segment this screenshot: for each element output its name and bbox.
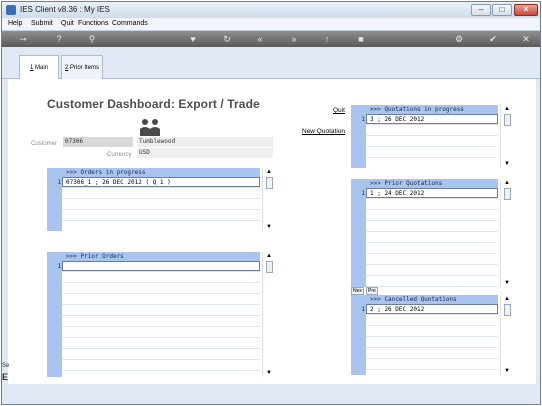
main-panel: Customer Dashboard: Export / Trade Custo… — [8, 79, 536, 384]
row-number: 1 — [57, 179, 61, 186]
window-title: IES Client v8.36 : My IES — [20, 5, 110, 14]
scrollbar[interactable]: ▲ ▼ — [262, 252, 275, 377]
currency-label: Currency — [107, 152, 132, 158]
app-window: IES Client v8.36 : My IES – □ ✕ Help Sub… — [1, 1, 541, 405]
refresh-icon[interactable]: ↻ — [220, 33, 234, 45]
scroll-down-icon[interactable]: ▼ — [503, 279, 511, 287]
grid-header: >>> Orders in progress — [62, 168, 260, 177]
scroll-thumb[interactable] — [504, 188, 511, 200]
quotations-in-progress-grid: >>> Quotations in progress 1 3 ; 26 DEC … — [351, 105, 513, 168]
customer-label: Customer — [31, 141, 58, 147]
scroll-up-icon[interactable]: ▲ — [503, 105, 511, 113]
table-row[interactable]: 3 ; 26 DEC 2012 — [370, 116, 424, 123]
gear-icon[interactable]: ⚙ — [452, 33, 466, 45]
new-quotation-link[interactable]: New Quotation — [302, 128, 345, 135]
key-icon[interactable]: ⊸ — [16, 33, 30, 45]
prev-button[interactable]: Pre — [366, 287, 378, 295]
scroll-thumb[interactable] — [266, 177, 273, 189]
grid-header: >>> Prior Quotations — [366, 179, 498, 188]
scroll-up-icon[interactable]: ▲ — [503, 179, 511, 187]
status-bar — [2, 384, 540, 404]
stop-icon[interactable]: ■ — [354, 33, 368, 45]
scrollbar[interactable]: ▲ ▼ — [262, 168, 275, 231]
cancelled-quotations-grid: >>> Cancelled Quotations 1 2 ; 26 DEC 20… — [351, 295, 513, 375]
left-edge-line-2: E — [2, 372, 9, 382]
close-icon[interactable]: ✕ — [519, 33, 533, 45]
scroll-thumb[interactable] — [266, 261, 273, 273]
tab-prior-items-label: Prior Items — [68, 65, 99, 71]
table-row[interactable]: 1 ; 24 DEC 2012 — [370, 190, 424, 197]
row-number: 1 — [361, 306, 365, 313]
menu-commands[interactable]: Commands — [112, 20, 148, 27]
scroll-down-icon[interactable]: ▼ — [503, 160, 511, 168]
scrollbar[interactable]: ▲ ▼ — [500, 295, 513, 375]
check-icon[interactable]: ✔ — [486, 33, 500, 45]
rewind-icon[interactable]: « — [253, 33, 267, 45]
grid-body — [62, 261, 260, 377]
grid-gutter — [47, 168, 62, 231]
maximize-button[interactable]: □ — [492, 4, 512, 16]
search-icon[interactable]: ⚲ — [85, 33, 99, 45]
scroll-thumb[interactable] — [504, 114, 511, 126]
grid-header: >>> Quotations in progress — [366, 105, 498, 114]
scroll-up-icon[interactable]: ▲ — [265, 252, 273, 260]
scroll-down-icon[interactable]: ▼ — [265, 223, 273, 231]
tab-prior-items[interactable]: 2 Prior Items — [61, 55, 103, 79]
grid-body — [366, 304, 498, 375]
app-logo-icon — [6, 5, 16, 15]
next-button[interactable]: Nex — [351, 287, 364, 295]
menu-functions[interactable]: Functions — [78, 20, 108, 27]
grid-gutter — [47, 252, 62, 377]
people-icon — [139, 117, 161, 137]
scroll-down-icon[interactable]: ▼ — [503, 367, 511, 375]
prior-quotations-grid: >>> Prior Quotations 1 1 ; 24 DEC 2012 ▲… — [351, 179, 513, 287]
quit-link[interactable]: Quit — [333, 107, 345, 114]
forward-icon[interactable]: » — [287, 33, 301, 45]
table-row[interactable]: 2 ; 26 DEC 2012 — [370, 306, 424, 313]
toolbar: ⊸ ? ⚲ ♥ ↻ « » ↑ ■ ⚙ ✔ ✕ — [2, 31, 540, 47]
row-number: 1 — [361, 116, 365, 123]
page-title: Customer Dashboard: Export / Trade — [47, 97, 260, 111]
grid-header: >>> Cancelled Quotations — [366, 295, 498, 304]
row-number: 1 — [57, 263, 61, 270]
grid-gutter — [351, 105, 366, 168]
title-bar: IES Client v8.36 : My IES – □ ✕ — [2, 2, 540, 18]
scroll-up-icon[interactable]: ▲ — [503, 295, 511, 303]
customer-code-field[interactable]: 07306 — [63, 137, 133, 147]
menu-bar: Help Submit Quit Functions Commands — [2, 18, 540, 31]
tab-main-label: Main — [33, 65, 48, 71]
grid-header: >>> Prior Orders — [62, 252, 260, 261]
menu-submit[interactable]: Submit — [31, 20, 53, 27]
scroll-up-icon[interactable]: ▲ — [265, 168, 273, 176]
menu-quit[interactable]: Quit — [61, 20, 74, 27]
prior-orders-grid: >>> Prior Orders 1 ▲ ▼ — [47, 252, 275, 377]
heart-icon[interactable]: ♥ — [186, 33, 200, 45]
scroll-down-icon[interactable]: ▼ — [265, 369, 273, 377]
scroll-thumb[interactable] — [504, 304, 511, 316]
left-edge-text: Se E — [2, 363, 10, 385]
row-number: 1 — [361, 190, 365, 197]
scrollbar[interactable]: ▲ ▼ — [500, 105, 513, 168]
customer-name-value: Tumblewood — [137, 137, 273, 147]
tab-strip: 1 Main 2 Prior Items — [2, 47, 540, 79]
menu-help[interactable]: Help — [8, 20, 22, 27]
tab-main[interactable]: 1 Main — [19, 55, 59, 79]
up-icon[interactable]: ↑ — [320, 33, 334, 45]
orders-in-progress-grid: >>> Orders in progress 1 07306_1 ; 26 DE… — [47, 168, 275, 231]
grid-body — [366, 188, 498, 287]
left-edge-line-1: Se — [2, 363, 10, 369]
close-window-button[interactable]: ✕ — [514, 4, 538, 16]
help-icon[interactable]: ? — [52, 33, 66, 45]
currency-value: USD — [137, 148, 273, 158]
scrollbar[interactable]: ▲ ▼ — [500, 179, 513, 287]
table-row[interactable]: 07306_1 ; 26 DEC 2012 ( Q 1 ) — [66, 179, 171, 186]
minimize-button[interactable]: – — [471, 4, 491, 16]
selected-row-outline — [62, 261, 260, 271]
